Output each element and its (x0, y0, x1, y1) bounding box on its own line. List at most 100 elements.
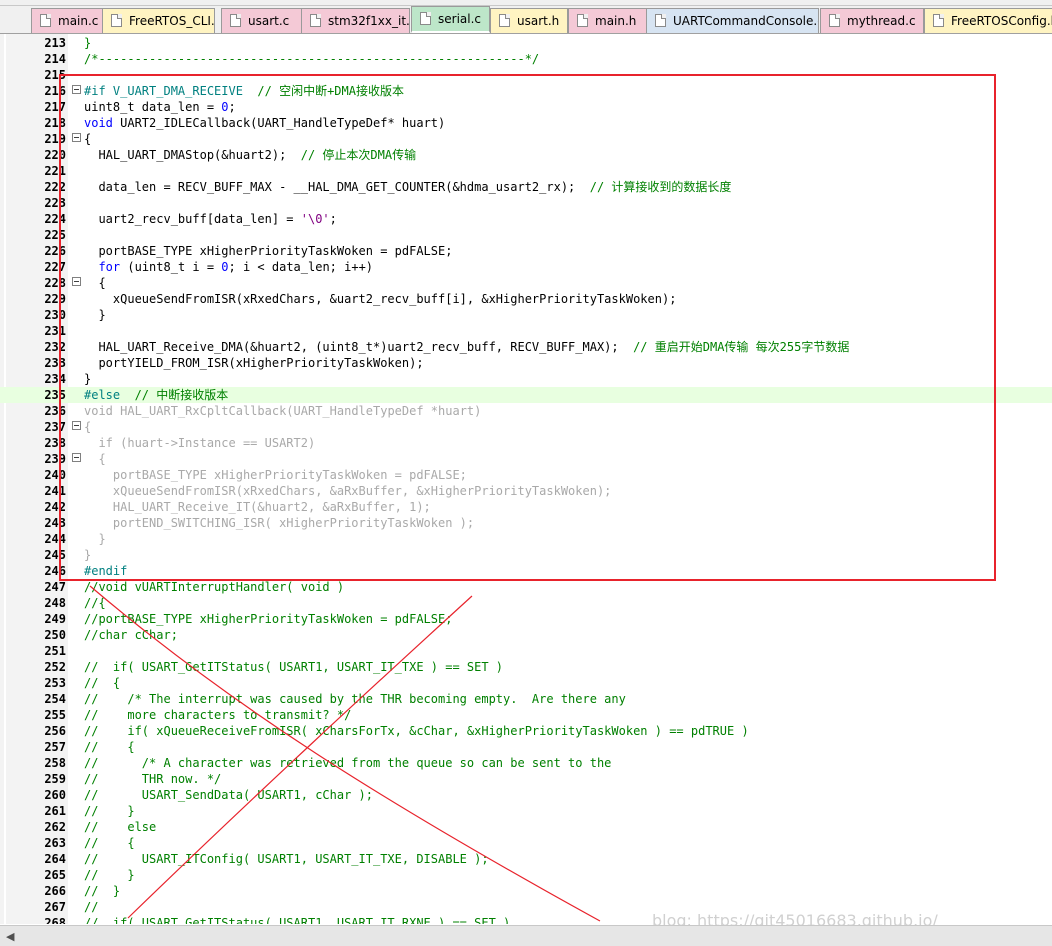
code-text: } (84, 36, 92, 50)
code-line[interactable]: 223 (0, 195, 1052, 211)
scroll-left-arrow-icon[interactable]: ◀ (6, 930, 14, 943)
code-line[interactable]: 252 // if( USART_GetITStatus( USART1, USA… (0, 659, 1052, 675)
code-line[interactable]: 257 // { (0, 739, 1052, 755)
tab-stm32f1xx-it-c[interactable]: stm32f1xx_it.c (301, 8, 410, 33)
code-line[interactable]: 255 // more characters to transmit? */ (0, 707, 1052, 723)
code-line[interactable]: 220 HAL_UART_DMAStop(&huart2); // 停止本次DM… (0, 147, 1052, 163)
code-text: portEND_SWITCHING_ISR( xHigherPriorityTa… (84, 516, 475, 530)
line-number: 252 (44, 660, 66, 674)
code-line[interactable]: 247 //void vUARTInterruptHandler( void ) (0, 579, 1052, 595)
line-number: 266 (44, 884, 66, 898)
code-line[interactable]: 215 (0, 67, 1052, 83)
code-line[interactable]: 231 (0, 323, 1052, 339)
code-line[interactable]: 236 void HAL_UART_RxCpltCallback(UART_Han… (0, 403, 1052, 419)
line-number: 215 (44, 68, 66, 82)
code-text: uint8_t data_len = 0; (84, 100, 236, 114)
line-number: 220 (44, 148, 66, 162)
code-line[interactable]: 227 for (uint8_t i = 0; i < data_len; i+… (0, 259, 1052, 275)
code-line[interactable]: 226 portBASE_TYPE xHigherPriorityTaskWok… (0, 243, 1052, 259)
code-line[interactable]: 214 /*-----------------------------------… (0, 51, 1052, 67)
code-text: { (84, 420, 92, 434)
code-line[interactable]: 222 data_len = RECV_BUFF_MAX - __HAL_DMA… (0, 179, 1052, 195)
code-line[interactable]: 251 (0, 643, 1052, 659)
code-text: /*--------------------------------------… (84, 52, 540, 66)
line-number: 265 (44, 868, 66, 882)
code-line[interactable]: 262 // else (0, 819, 1052, 835)
line-number: 262 (44, 820, 66, 834)
code-line[interactable]: 266 // } (0, 883, 1052, 899)
code-editor[interactable]: 213} 214/*-------------------------------… (0, 34, 1052, 924)
code-line[interactable]: 234} (0, 371, 1052, 387)
fold-toggle-icon[interactable] (72, 133, 81, 142)
code-line[interactable]: 241 xQueueSendFromISR(xRxedChars, &aRxBu… (0, 483, 1052, 499)
code-line[interactable]: 219 { (0, 131, 1052, 147)
line-number: 223 (44, 196, 66, 210)
code-line[interactable]: 261 // } (0, 803, 1052, 819)
code-line[interactable]: 228 { (0, 275, 1052, 291)
tab-usart-h[interactable]: usart.h (490, 8, 568, 33)
tab-usart-c[interactable]: usart.c (221, 8, 312, 33)
code-line[interactable]: 224 uart2_recv_buff[data_len] = '\0'; (0, 211, 1052, 227)
code-line[interactable]: 263 // { (0, 835, 1052, 851)
tab-main-h[interactable]: main.h (568, 8, 647, 33)
code-line[interactable]: 218 void UART2_IDLECallback(UART_HandleTy… (0, 115, 1052, 131)
line-number: 237 (44, 420, 66, 434)
tab-label: usart.c (248, 14, 290, 28)
tab-mythread-c[interactable]: mythread.c (820, 8, 924, 33)
tab-main-c[interactable]: main.c (31, 8, 110, 33)
code-text: // /* A character was retrieved from the… (84, 756, 612, 770)
code-text: #else // 中断接收版本 (84, 388, 229, 402)
code-line[interactable]: 221 (0, 163, 1052, 179)
code-text: if (huart->Instance == USART2) (98, 436, 316, 450)
code-line[interactable]: 217 uint8_t data_len = 0; (0, 99, 1052, 115)
line-number: 247 (44, 580, 66, 594)
code-text: // if( USART_GetITStatus( USART1, USART_… (84, 660, 504, 674)
tab-freertosconfig-h[interactable]: FreeRTOSConfig.h (924, 8, 1052, 33)
code-line[interactable]: 254 // /* The interrupt was caused by the… (0, 691, 1052, 707)
code-line[interactable]: 233 portYIELD_FROM_ISR(xHigherPriorityTa… (0, 355, 1052, 371)
fold-toggle-icon[interactable] (72, 453, 81, 462)
code-line[interactable]: 235 #else // 中断接收版本 (0, 387, 1052, 403)
code-line[interactable]: 216 #if V_UART_DMA_RECEIVE // 空闲中断+DMA接收版… (0, 83, 1052, 99)
code-line[interactable]: 237 { (0, 419, 1052, 435)
code-line[interactable]: 246 #endif (0, 563, 1052, 579)
code-line[interactable]: 259 // THR now. */ (0, 771, 1052, 787)
line-number: 218 (44, 116, 66, 130)
line-number: 227 (44, 260, 66, 274)
line-number: 249 (44, 612, 66, 626)
code-line[interactable]: 242 HAL_UART_Receive_IT(&huart2, &aRxBuf… (0, 499, 1052, 515)
tab-serial-c[interactable]: serial.c (411, 6, 490, 33)
code-line[interactable]: 238 if (huart->Instance == USART2) (0, 435, 1052, 451)
code-line[interactable]: 245} (0, 547, 1052, 563)
code-line[interactable]: 232 HAL_UART_Receive_DMA(&huart2, (uint8… (0, 339, 1052, 355)
code-line[interactable]: 258 // /* A character was retrieved from … (0, 755, 1052, 771)
code-line[interactable]: 239 { (0, 451, 1052, 467)
code-line[interactable]: 249 //portBASE_TYPE xHigherPriorityTaskWo… (0, 611, 1052, 627)
file-icon (655, 14, 666, 27)
code-line[interactable]: 225 (0, 227, 1052, 243)
code-line[interactable]: 250 //char cChar; (0, 627, 1052, 643)
code-text: #endif (84, 564, 128, 578)
code-text: { (84, 452, 106, 466)
code-line[interactable]: 230 } (0, 307, 1052, 323)
code-text: //portBASE_TYPE xHigherPriorityTaskWoken… (84, 612, 453, 626)
code-line[interactable]: 240 portBASE_TYPE xHigherPriorityTaskWok… (0, 467, 1052, 483)
code-line[interactable]: 229 xQueueSendFromISR(xRxedChars, &uart2… (0, 291, 1052, 307)
line-number: 228 (44, 276, 66, 290)
code-line[interactable]: 256 // if( xQueueReceiveFromISR( xCharsFo… (0, 723, 1052, 739)
code-line[interactable]: 244 } (0, 531, 1052, 547)
code-line[interactable]: 253 // { (0, 675, 1052, 691)
tab-freertos-cli-h[interactable]: FreeRTOS_CLI.h (102, 8, 215, 33)
horizontal-scrollbar[interactable]: ◀ (0, 925, 1052, 946)
fold-toggle-icon[interactable] (72, 85, 81, 94)
code-line[interactable]: 264 // USART_ITConfig( USART1, USART_IT_T… (0, 851, 1052, 867)
code-line[interactable]: 243 portEND_SWITCHING_ISR( xHigherPriori… (0, 515, 1052, 531)
code-line[interactable]: 260 // USART_SendData( USART1, cChar ); (0, 787, 1052, 803)
fold-toggle-icon[interactable] (72, 421, 81, 430)
code-text: // { (84, 676, 121, 690)
tab-uartcommandconsole-c[interactable]: UARTCommandConsole.c (646, 8, 819, 33)
code-line[interactable]: 213} (0, 35, 1052, 51)
code-line[interactable]: 265 // } (0, 867, 1052, 883)
fold-toggle-icon[interactable] (72, 277, 81, 286)
code-line[interactable]: 248 //{ (0, 595, 1052, 611)
